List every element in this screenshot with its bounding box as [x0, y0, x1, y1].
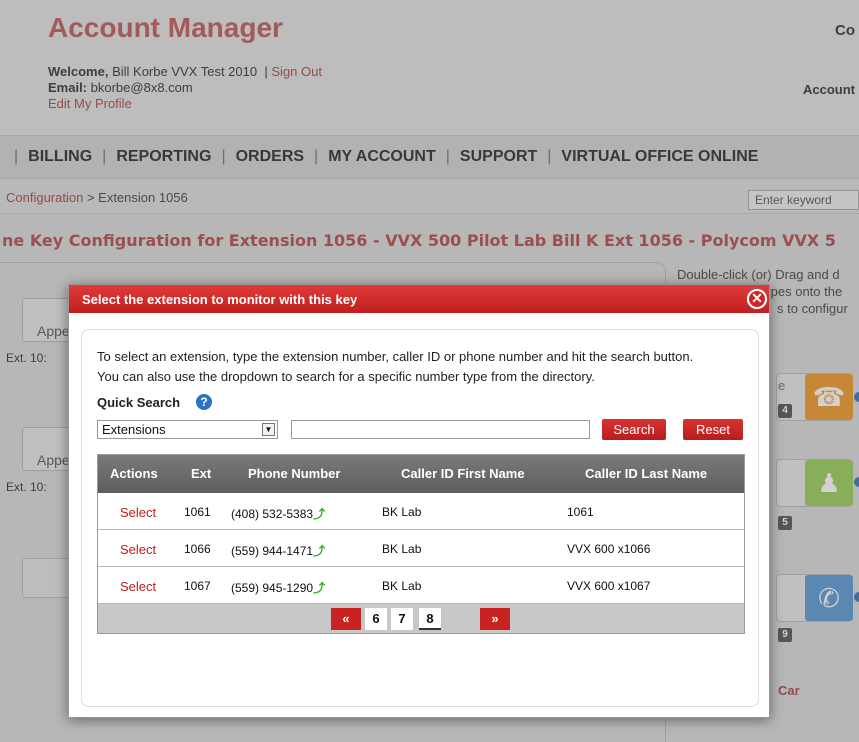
cell-phone: (559) 944-1471⤴ — [231, 542, 325, 559]
search-input[interactable] — [291, 420, 590, 439]
column-header-caller-id-first-name: Caller ID First Name — [401, 466, 525, 481]
cell-last-name: VVX 600 x1066 — [567, 542, 651, 556]
dialog-title: Select the extension to monitor with thi… — [69, 285, 769, 313]
select-link[interactable]: Select — [120, 579, 156, 594]
call-icon[interactable]: ⤴ — [313, 507, 325, 521]
column-header-ext: Ext — [191, 466, 212, 481]
extension-select-dialog: Select the extension to monitor with thi… — [68, 284, 770, 718]
select-link[interactable]: Select — [120, 505, 156, 520]
column-header-phone-number: Phone Number — [248, 466, 341, 481]
cell-first-name: BK Lab — [382, 579, 422, 593]
close-icon[interactable]: ✕ — [747, 289, 767, 309]
search-button[interactable]: Search — [602, 419, 666, 440]
quick-search-label: Quick Search — [97, 395, 181, 410]
call-icon[interactable]: ⤴ — [313, 581, 325, 595]
chevron-down-icon: ▼ — [262, 423, 275, 436]
cell-last-name: VVX 600 x1067 — [567, 579, 651, 593]
select-link[interactable]: Select — [120, 542, 156, 557]
instruction-line-2: You can also use the dropdown to search … — [97, 369, 595, 384]
cell-last-name: 1061 — [567, 505, 594, 519]
table-row: Select 1066 (559) 944-1471⤴ BK Lab VVX 6… — [98, 530, 744, 567]
number-type-dropdown[interactable]: Extensions ▼ — [97, 420, 278, 439]
dialog-instructions: To select an extension, type the extensi… — [97, 347, 693, 387]
cell-ext: 1066 — [184, 542, 211, 556]
cell-ext: 1067 — [184, 579, 211, 593]
pager-page-6[interactable]: 6 — [365, 608, 387, 630]
cell-phone: (559) 945-1290⤴ — [231, 579, 325, 596]
cell-first-name: BK Lab — [382, 542, 422, 556]
column-header-actions: Actions — [110, 466, 158, 481]
phone-number-text: (559) 944-1471 — [231, 544, 314, 558]
table-row: Select 1061 (408) 532-5383⤴ BK Lab 1061 — [98, 493, 744, 530]
pager-page-7[interactable]: 7 — [391, 608, 413, 630]
column-header-caller-id-last-name: Caller ID Last Name — [585, 466, 708, 481]
pagination: « 6 7 8 » — [98, 604, 744, 633]
phone-number-text: (559) 945-1290 — [231, 581, 314, 595]
instruction-line-1: To select an extension, type the extensi… — [97, 349, 694, 364]
dropdown-selected-value: Extensions — [102, 422, 166, 437]
phone-number-text: (408) 532-5383 — [231, 507, 314, 521]
reset-button[interactable]: Reset — [683, 419, 743, 440]
pager-next-button[interactable]: » — [480, 608, 510, 630]
dialog-body: To select an extension, type the extensi… — [81, 329, 759, 707]
table-row: Select 1067 (559) 945-1290⤴ BK Lab VVX 6… — [98, 567, 744, 604]
call-icon[interactable]: ⤴ — [313, 544, 325, 558]
cell-phone: (408) 532-5383⤴ — [231, 505, 325, 522]
cell-ext: 1061 — [184, 505, 211, 519]
cell-first-name: BK Lab — [382, 505, 422, 519]
table-header: Actions Ext Phone Number Caller ID First… — [98, 455, 744, 493]
help-icon[interactable]: ? — [196, 394, 212, 410]
extensions-table: Actions Ext Phone Number Caller ID First… — [97, 454, 745, 634]
pager-page-8-current[interactable]: 8 — [419, 608, 441, 630]
pager-prev-button[interactable]: « — [331, 608, 361, 630]
